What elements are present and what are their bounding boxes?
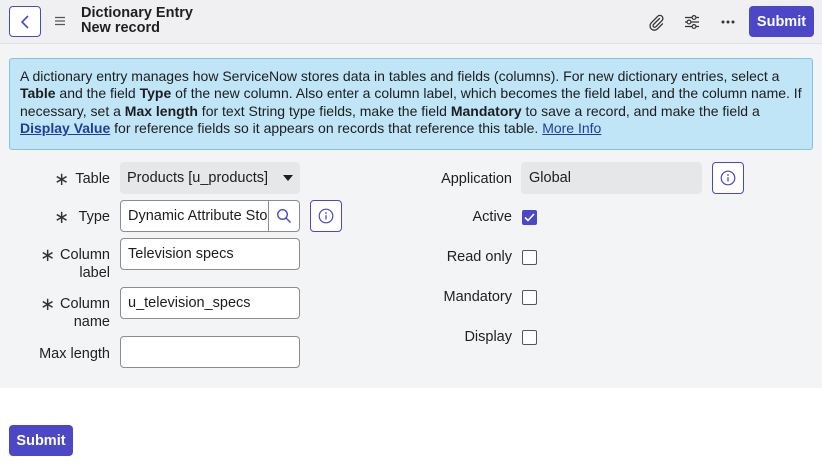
column-label-label-line2: label (79, 265, 110, 281)
back-button[interactable] (9, 6, 41, 37)
display-checkbox[interactable] (522, 330, 537, 345)
more-icon[interactable] (718, 12, 738, 32)
title-block: Dictionary Entry New record (81, 6, 193, 36)
submit-button-header[interactable]: Submit (749, 6, 814, 37)
info-text: for reference fields so it appears on re… (110, 119, 543, 136)
info-text: A dictionary entry manages how ServiceNo… (20, 68, 780, 84)
column-name-label-line2: name (73, 314, 110, 330)
type-input-value: Dynamic Attribute Store (128, 208, 270, 224)
table-select-value: Products [u_products] (127, 170, 269, 186)
info-text: to save a record, and make the field a (521, 102, 760, 119)
display-value-link[interactable]: Display Value (20, 120, 110, 136)
table-select[interactable]: Products [u_products] (120, 162, 300, 194)
checkmark-icon (524, 213, 535, 222)
page-subtitle: New record (81, 20, 160, 36)
application-field: Global (521, 162, 702, 194)
required-marker: ∗ (40, 294, 56, 314)
submit-button-footer[interactable]: Submit (9, 425, 73, 456)
mandatory-label: Mandatory (443, 289, 512, 305)
menu-icon[interactable] (53, 14, 67, 28)
display-label: Display (464, 329, 512, 345)
application-value: Global (529, 170, 571, 186)
info-text: and the field (55, 85, 140, 102)
mandatory-checkbox[interactable] (522, 290, 537, 305)
sliders-icon[interactable] (682, 12, 702, 32)
active-checkbox[interactable] (522, 210, 537, 225)
read-only-checkbox[interactable] (522, 250, 537, 265)
type-lookup-button[interactable] (268, 200, 300, 232)
search-icon (276, 208, 291, 223)
more-info-link[interactable]: More Info (542, 120, 601, 136)
form-header: Dictionary Entry New record Submit (0, 0, 822, 44)
page-title: Dictionary Entry (81, 5, 193, 21)
max-length-label: Max length (39, 346, 110, 362)
required-marker: ∗ (40, 245, 56, 265)
application-info-button[interactable] (712, 162, 744, 194)
info-text: for text String type fields, make the fi… (197, 102, 451, 119)
read-only-label: Read only (446, 249, 512, 265)
paperclip-icon[interactable] (646, 12, 666, 32)
info-icon (720, 170, 736, 186)
info-banner: A dictionary entry manages how ServiceNo… (9, 58, 813, 150)
required-marker: ∗ (54, 169, 70, 189)
info-icon (318, 208, 334, 224)
info-bold-table: Table (20, 85, 56, 102)
table-label: Table (75, 171, 110, 187)
form-footer (0, 388, 822, 465)
info-bold-type: Type (139, 85, 172, 102)
type-info-button[interactable] (310, 200, 342, 232)
info-bold-max-length: Max length (124, 102, 198, 119)
max-length-input[interactable] (120, 336, 300, 368)
application-label: Application (441, 171, 512, 187)
column-name-input-value: u_television_specs (128, 295, 251, 311)
column-name-label-line1: Column (60, 296, 110, 312)
back-icon (20, 14, 29, 29)
caret-down-icon (283, 175, 293, 181)
column-label-label-line1: Column (60, 247, 110, 263)
type-label: Type (78, 209, 110, 225)
active-label: Active (472, 209, 513, 225)
column-label-input-value: Television specs (128, 246, 234, 262)
column-name-input[interactable]: u_television_specs (120, 287, 300, 319)
type-input[interactable]: Dynamic Attribute Store (120, 200, 270, 232)
column-label-input[interactable]: Television specs (120, 238, 300, 270)
required-marker: ∗ (54, 207, 70, 227)
info-bold-mandatory: Mandatory (450, 102, 522, 119)
